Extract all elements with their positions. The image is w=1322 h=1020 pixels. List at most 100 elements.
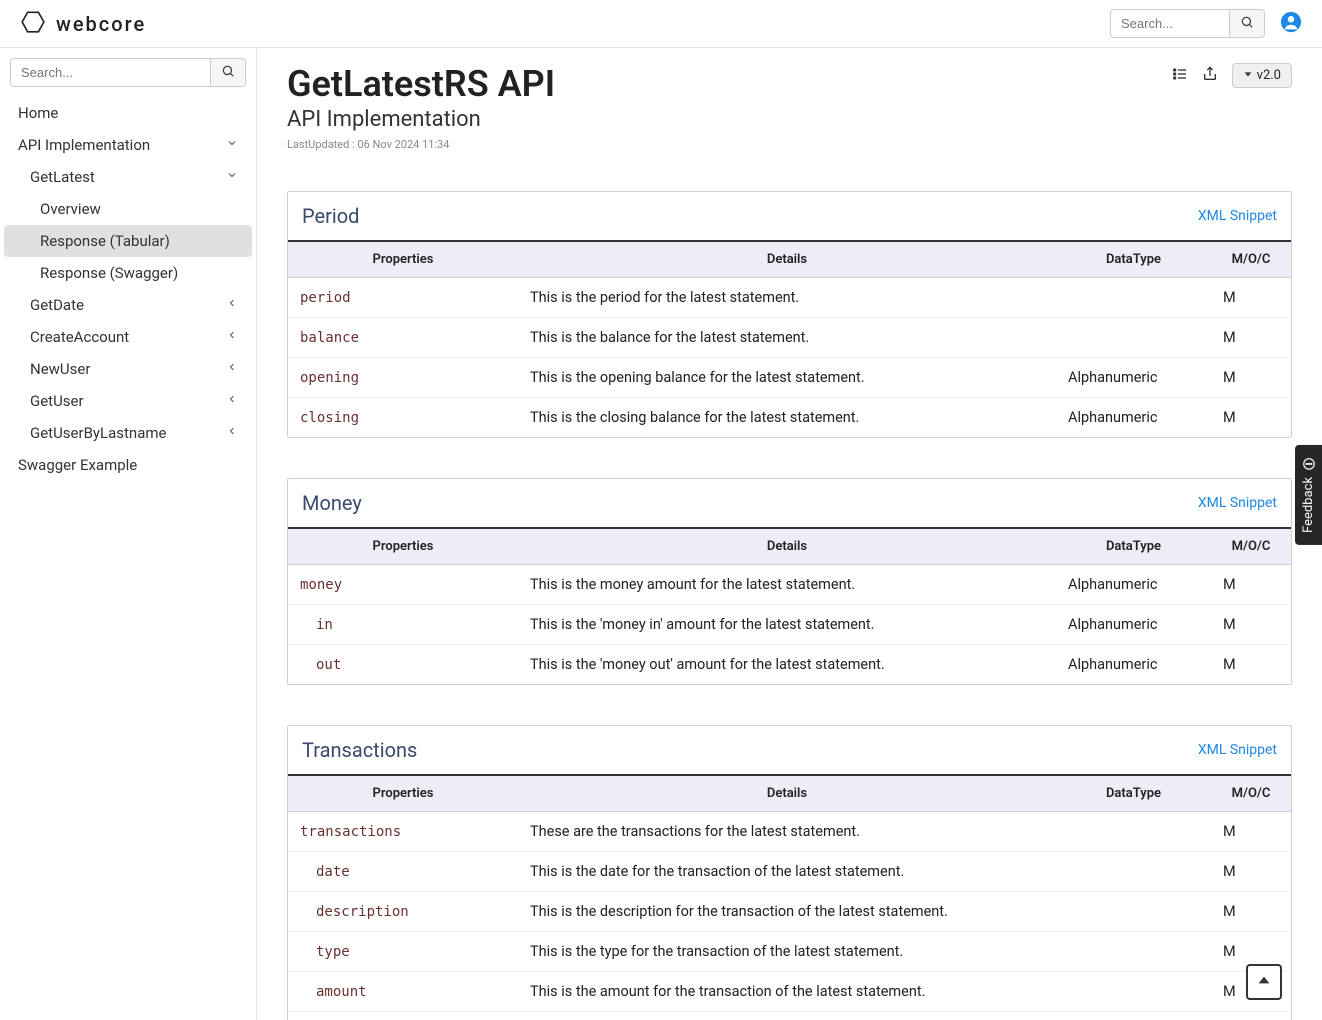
sidebar-item-label: CreateAccount <box>30 328 129 346</box>
table-row: balanceThis is the balance for the lates… <box>288 318 1291 358</box>
properties-table: PropertiesDetailsDataTypeM/O/CperiodThis… <box>288 242 1291 437</box>
sidebar-item-getuserbylastname[interactable]: GetUserByLastname <box>0 417 256 449</box>
datatype-cell: Alphanumeric <box>1056 358 1211 398</box>
datatype-cell <box>1056 1012 1211 1020</box>
xml-snippet-link[interactable]: XML Snippet <box>1198 742 1277 758</box>
sidebar-item-label: Response (Tabular) <box>40 232 170 250</box>
details-cell: This is the balance for the transaction … <box>518 1012 1056 1020</box>
header: webcore <box>0 0 1322 48</box>
datatype-cell <box>1056 812 1211 852</box>
details-cell: These are the transactions for the lates… <box>518 812 1056 852</box>
sidebar-item-newuser[interactable]: NewUser <box>0 353 256 385</box>
sidebar: Home API Implementation GetLatest Overview R… <box>0 48 257 1020</box>
section-title: Money <box>302 491 362 515</box>
table-header-moc: M/O/C <box>1211 529 1291 565</box>
sidebar-item-label: Response (Swagger) <box>40 264 178 282</box>
property-cell: date <box>288 852 518 892</box>
details-cell: This is the period for the latest statem… <box>518 278 1056 318</box>
property-cell: period <box>288 278 518 318</box>
table-row: outThis is the 'money out' amount for th… <box>288 645 1291 685</box>
app-name: webcore <box>56 12 146 36</box>
moc-cell: M <box>1211 358 1291 398</box>
table-header-properties: Properties <box>288 529 518 565</box>
search-input[interactable] <box>1111 10 1229 37</box>
avatar-icon[interactable] <box>1280 11 1302 37</box>
property-cell: description <box>288 892 518 932</box>
moc-cell: M <box>1211 318 1291 358</box>
page-header: GetLatestRS API API Implementation LastU… <box>287 63 1292 151</box>
property-cell: transactions <box>288 812 518 852</box>
section-money: MoneyXML SnippetPropertiesDetailsDataTyp… <box>287 478 1292 685</box>
sidebar-item-getuser[interactable]: GetUser <box>0 385 256 417</box>
section-transactions: TransactionsXML SnippetPropertiesDetails… <box>287 725 1292 1020</box>
xml-snippet-link[interactable]: XML Snippet <box>1198 495 1277 511</box>
sidebar-item-label: Overview <box>40 200 101 218</box>
nav-list: Home API Implementation GetLatest Overview R… <box>0 97 256 481</box>
page-subtitle: API Implementation <box>287 107 555 132</box>
details-cell: This is the closing balance for the late… <box>518 398 1056 438</box>
section-header: Money XML Snippet <box>288 479 1291 529</box>
property-cell: type <box>288 932 518 972</box>
table-row: balanceThis is the balance for the trans… <box>288 1012 1291 1020</box>
table-row: openingThis is the opening balance for t… <box>288 358 1291 398</box>
search-icon <box>221 64 235 81</box>
table-row: inThis is the 'money in' amount for the … <box>288 605 1291 645</box>
details-cell: This is the opening balance for the late… <box>518 358 1056 398</box>
xml-snippet-link[interactable]: XML Snippet <box>1198 208 1277 224</box>
header-search <box>1110 9 1265 38</box>
sidebar-item-label: GetDate <box>30 296 84 314</box>
table-header-details: Details <box>518 776 1056 812</box>
table-row: dateThis is the date for the transaction… <box>288 852 1291 892</box>
chevron-left-icon <box>226 329 238 345</box>
table-row: amountThis is the amount for the transac… <box>288 972 1291 1012</box>
details-cell: This is the balance for the latest state… <box>518 318 1056 358</box>
search-button[interactable] <box>1229 10 1264 37</box>
moc-cell: M <box>1211 278 1291 318</box>
datatype-cell: Alphanumeric <box>1056 398 1211 438</box>
property-cell: amount <box>288 972 518 1012</box>
moc-cell: M <box>1211 565 1291 605</box>
page-title: GetLatestRS API <box>287 63 555 105</box>
moc-cell: M <box>1211 645 1291 685</box>
moc-cell: M <box>1211 398 1291 438</box>
sidebar-item-overview[interactable]: Overview <box>0 193 256 225</box>
sidebar-item-home[interactable]: Home <box>0 97 256 129</box>
sidebar-item-swagger-example[interactable]: Swagger Example <box>0 449 256 481</box>
sidebar-item-getlatest[interactable]: GetLatest <box>0 161 256 193</box>
scroll-to-top-button[interactable] <box>1246 964 1282 1000</box>
sidebar-item-getdate[interactable]: GetDate <box>0 289 256 321</box>
sidebar-search-input[interactable] <box>11 59 210 86</box>
property-cell: out <box>288 645 518 685</box>
property-cell: money <box>288 565 518 605</box>
chevron-down-icon <box>226 169 238 185</box>
share-icon[interactable] <box>1202 66 1218 86</box>
sidebar-item-api-implementation[interactable]: API Implementation <box>0 129 256 161</box>
toc-icon[interactable] <box>1172 66 1188 86</box>
sidebar-item-label: API Implementation <box>18 136 150 154</box>
datatype-cell <box>1056 852 1211 892</box>
chevron-down-icon <box>226 137 238 153</box>
details-cell: This is the 'money out' amount for the l… <box>518 645 1056 685</box>
table-header-properties: Properties <box>288 242 518 278</box>
chevron-left-icon <box>226 297 238 313</box>
datatype-cell <box>1056 318 1211 358</box>
toolbar: v2.0 <box>1172 63 1292 88</box>
sidebar-search-button[interactable] <box>210 59 245 86</box>
version-dropdown[interactable]: v2.0 <box>1232 63 1292 88</box>
table-row: closingThis is the closing balance for t… <box>288 398 1291 438</box>
main-content: GetLatestRS API API Implementation LastU… <box>257 48 1322 1020</box>
sidebar-search-container <box>0 58 256 97</box>
datatype-cell: Alphanumeric <box>1056 565 1211 605</box>
feedback-tab[interactable]: Feedback <box>1295 445 1322 545</box>
sidebar-item-response-swagger-[interactable]: Response (Swagger) <box>0 257 256 289</box>
table-header-details: Details <box>518 242 1056 278</box>
table-header-moc: M/O/C <box>1211 776 1291 812</box>
details-cell: This is the description for the transact… <box>518 892 1056 932</box>
datatype-cell: Alphanumeric <box>1056 605 1211 645</box>
table-row: transactionsThese are the transactions f… <box>288 812 1291 852</box>
sidebar-item-createaccount[interactable]: CreateAccount <box>0 321 256 353</box>
logo-group[interactable]: webcore <box>20 9 146 39</box>
table-row: typeThis is the type for the transaction… <box>288 932 1291 972</box>
details-cell: This is the 'money in' amount for the la… <box>518 605 1056 645</box>
sidebar-item-response-tabular-[interactable]: Response (Tabular) <box>4 225 252 257</box>
